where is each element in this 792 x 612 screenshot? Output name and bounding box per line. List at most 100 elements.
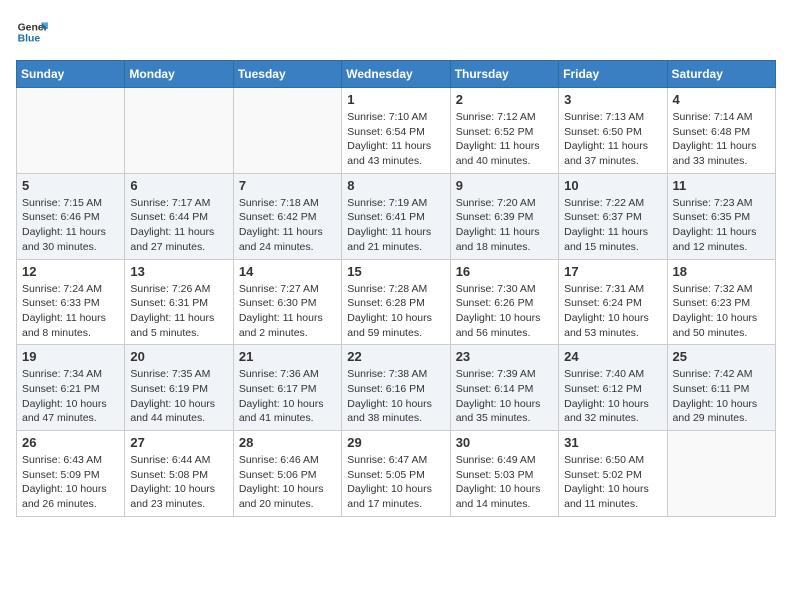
day-number: 4: [673, 92, 770, 107]
day-number: 1: [347, 92, 444, 107]
calendar-cell: 14 Sunrise: 7:27 AMSunset: 6:30 PMDayligh…: [233, 259, 341, 345]
calendar-cell: 8Sunrise: 7:19 AMSunset: 6:41 PMDaylight…: [342, 173, 450, 259]
logo: General Blue: [16, 16, 48, 48]
day-number: 13: [130, 264, 227, 279]
calendar-cell: 26 Sunrise: 6:43 AMSunset: 5:09 PMDayligh…: [17, 431, 125, 517]
calendar-week-row: 19 Sunrise: 7:34 AMSunset: 6:21 PMDayligh…: [17, 345, 776, 431]
day-number: 18: [673, 264, 770, 279]
calendar-cell: 19 Sunrise: 7:34 AMSunset: 6:21 PMDayligh…: [17, 345, 125, 431]
day-number: 16: [456, 264, 553, 279]
day-number: 19: [22, 349, 119, 364]
day-number: 30: [456, 435, 553, 450]
calendar-cell: 23 Sunrise: 7:39 AMSunset: 6:14 PMDayligh…: [450, 345, 558, 431]
day-info: Sunrise: 7:42 AMSunset: 6:11 PMDaylight:…: [673, 367, 770, 426]
day-info: Sunrise: 6:47 AMSunset: 5:05 PMDaylight:…: [347, 453, 444, 512]
day-info: Sunrise: 7:35 AMSunset: 6:19 PMDaylight:…: [130, 367, 227, 426]
day-info: Sunrise: 7:32 AMSunset: 6:23 PMDaylight:…: [673, 282, 770, 341]
day-number: 31: [564, 435, 661, 450]
weekday-header-saturday: Saturday: [667, 61, 775, 88]
day-info: Sunrise: 7:20 AMSunset: 6:39 PMDaylight:…: [456, 196, 553, 255]
calendar-cell: 10Sunrise: 7:22 AMSunset: 6:37 PMDayligh…: [559, 173, 667, 259]
day-number: 14: [239, 264, 336, 279]
logo-icon: General Blue: [16, 16, 48, 48]
day-info: Sunrise: 7:19 AMSunset: 6:41 PMDaylight:…: [347, 196, 444, 255]
calendar-cell: 24 Sunrise: 7:40 AMSunset: 6:12 PMDayligh…: [559, 345, 667, 431]
calendar-cell: 20 Sunrise: 7:35 AMSunset: 6:19 PMDayligh…: [125, 345, 233, 431]
weekday-header-wednesday: Wednesday: [342, 61, 450, 88]
calendar-cell: 9 Sunrise: 7:20 AMSunset: 6:39 PMDaylight…: [450, 173, 558, 259]
calendar-cell: [667, 431, 775, 517]
calendar-cell: 30Sunrise: 6:49 AMSunset: 5:03 PMDayligh…: [450, 431, 558, 517]
calendar-cell: 15 Sunrise: 7:28 AMSunset: 6:28 PMDayligh…: [342, 259, 450, 345]
calendar-table: SundayMondayTuesdayWednesdayThursdayFrid…: [16, 60, 776, 517]
calendar-cell: 7 Sunrise: 7:18 AMSunset: 6:42 PMDaylight…: [233, 173, 341, 259]
day-number: 27: [130, 435, 227, 450]
day-number: 15: [347, 264, 444, 279]
day-info: Sunrise: 7:24 AMSunset: 6:33 PMDaylight:…: [22, 282, 119, 341]
day-number: 11: [673, 178, 770, 193]
calendar-cell: 18 Sunrise: 7:32 AMSunset: 6:23 PMDayligh…: [667, 259, 775, 345]
day-info: Sunrise: 6:50 AMSunset: 5:02 PMDaylight:…: [564, 453, 661, 512]
calendar-cell: 6 Sunrise: 7:17 AMSunset: 6:44 PMDaylight…: [125, 173, 233, 259]
weekday-header-friday: Friday: [559, 61, 667, 88]
day-info: Sunrise: 7:34 AMSunset: 6:21 PMDaylight:…: [22, 367, 119, 426]
day-info: Sunrise: 6:46 AMSunset: 5:06 PMDaylight:…: [239, 453, 336, 512]
calendar-cell: 22 Sunrise: 7:38 AMSunset: 6:16 PMDayligh…: [342, 345, 450, 431]
day-number: 21: [239, 349, 336, 364]
calendar-cell: 1Sunrise: 7:10 AMSunset: 6:54 PMDaylight…: [342, 88, 450, 174]
calendar-cell: 16 Sunrise: 7:30 AMSunset: 6:26 PMDayligh…: [450, 259, 558, 345]
weekday-header-row: SundayMondayTuesdayWednesdayThursdayFrid…: [17, 61, 776, 88]
day-info: Sunrise: 7:30 AMSunset: 6:26 PMDaylight:…: [456, 282, 553, 341]
calendar-cell: 31 Sunrise: 6:50 AMSunset: 5:02 PMDayligh…: [559, 431, 667, 517]
day-number: 9: [456, 178, 553, 193]
day-info: Sunrise: 7:27 AMSunset: 6:30 PMDaylight:…: [239, 282, 336, 341]
weekday-header-sunday: Sunday: [17, 61, 125, 88]
day-number: 29: [347, 435, 444, 450]
calendar-cell: 28 Sunrise: 6:46 AMSunset: 5:06 PMDayligh…: [233, 431, 341, 517]
day-info: Sunrise: 7:36 AMSunset: 6:17 PMDaylight:…: [239, 367, 336, 426]
day-info: Sunrise: 7:13 AMSunset: 6:50 PMDaylight:…: [564, 110, 661, 169]
day-info: Sunrise: 7:31 AMSunset: 6:24 PMDaylight:…: [564, 282, 661, 341]
day-info: Sunrise: 7:14 AMSunset: 6:48 PMDaylight:…: [673, 110, 770, 169]
day-number: 17: [564, 264, 661, 279]
day-info: Sunrise: 7:18 AMSunset: 6:42 PMDaylight:…: [239, 196, 336, 255]
day-info: Sunrise: 7:17 AMSunset: 6:44 PMDaylight:…: [130, 196, 227, 255]
day-info: Sunrise: 6:43 AMSunset: 5:09 PMDaylight:…: [22, 453, 119, 512]
calendar-week-row: 12 Sunrise: 7:24 AMSunset: 6:33 PMDayligh…: [17, 259, 776, 345]
day-number: 24: [564, 349, 661, 364]
calendar-cell: [233, 88, 341, 174]
day-info: Sunrise: 7:12 AMSunset: 6:52 PMDaylight:…: [456, 110, 553, 169]
weekday-header-tuesday: Tuesday: [233, 61, 341, 88]
day-number: 26: [22, 435, 119, 450]
day-number: 20: [130, 349, 227, 364]
calendar-cell: 27 Sunrise: 6:44 AMSunset: 5:08 PMDayligh…: [125, 431, 233, 517]
day-number: 12: [22, 264, 119, 279]
day-info: Sunrise: 7:40 AMSunset: 6:12 PMDaylight:…: [564, 367, 661, 426]
day-number: 23: [456, 349, 553, 364]
calendar-week-row: 5 Sunrise: 7:15 AMSunset: 6:46 PMDaylight…: [17, 173, 776, 259]
calendar-week-row: 26 Sunrise: 6:43 AMSunset: 5:09 PMDayligh…: [17, 431, 776, 517]
weekday-header-monday: Monday: [125, 61, 233, 88]
calendar-cell: 2 Sunrise: 7:12 AMSunset: 6:52 PMDaylight…: [450, 88, 558, 174]
day-info: Sunrise: 7:22 AMSunset: 6:37 PMDaylight:…: [564, 196, 661, 255]
day-number: 28: [239, 435, 336, 450]
day-number: 22: [347, 349, 444, 364]
day-number: 3: [564, 92, 661, 107]
day-info: Sunrise: 7:15 AMSunset: 6:46 PMDaylight:…: [22, 196, 119, 255]
day-number: 5: [22, 178, 119, 193]
calendar-cell: 13Sunrise: 7:26 AMSunset: 6:31 PMDayligh…: [125, 259, 233, 345]
calendar-cell: 17 Sunrise: 7:31 AMSunset: 6:24 PMDayligh…: [559, 259, 667, 345]
page-header: General Blue: [16, 16, 776, 48]
day-info: Sunrise: 7:28 AMSunset: 6:28 PMDaylight:…: [347, 282, 444, 341]
day-info: Sunrise: 7:38 AMSunset: 6:16 PMDaylight:…: [347, 367, 444, 426]
calendar-cell: 11Sunrise: 7:23 AMSunset: 6:35 PMDayligh…: [667, 173, 775, 259]
day-info: Sunrise: 6:44 AMSunset: 5:08 PMDaylight:…: [130, 453, 227, 512]
day-number: 7: [239, 178, 336, 193]
day-info: Sunrise: 7:39 AMSunset: 6:14 PMDaylight:…: [456, 367, 553, 426]
day-number: 6: [130, 178, 227, 193]
calendar-cell: 4 Sunrise: 7:14 AMSunset: 6:48 PMDaylight…: [667, 88, 775, 174]
calendar-cell: 12 Sunrise: 7:24 AMSunset: 6:33 PMDayligh…: [17, 259, 125, 345]
calendar-week-row: 1Sunrise: 7:10 AMSunset: 6:54 PMDaylight…: [17, 88, 776, 174]
svg-text:Blue: Blue: [18, 34, 41, 45]
day-number: 2: [456, 92, 553, 107]
